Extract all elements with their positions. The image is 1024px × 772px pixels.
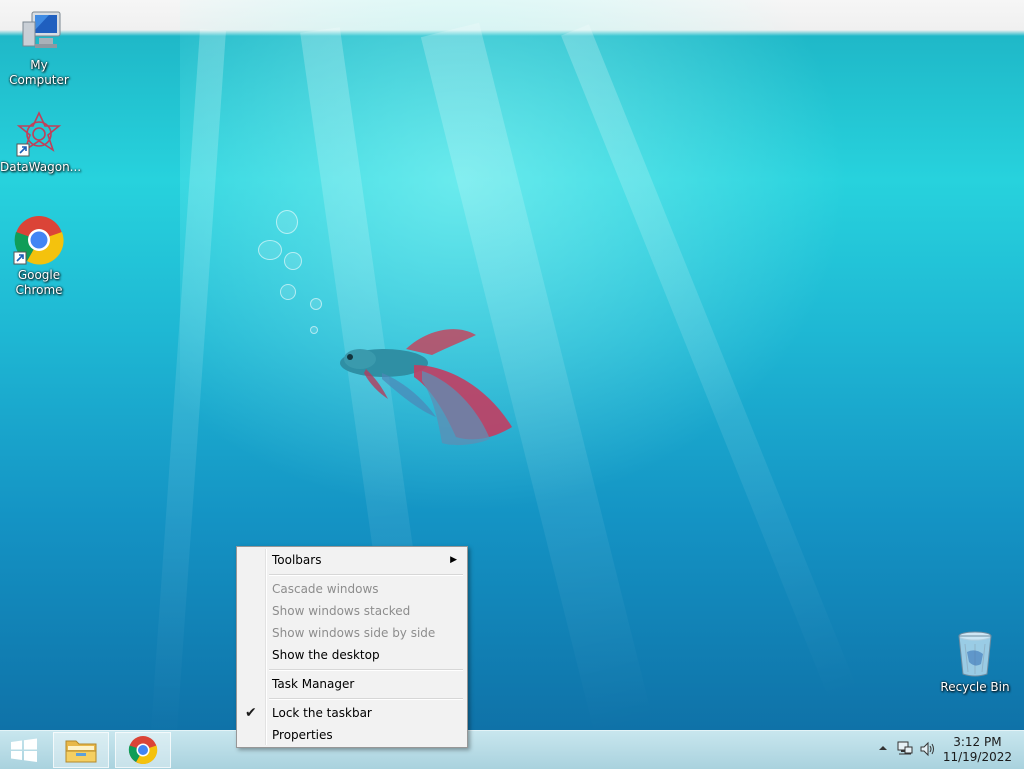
desktop-background[interactable]: My Computer DataWagon... Google Chrome R…: [0, 0, 1024, 730]
menu-separator: [269, 698, 463, 700]
bubble: [258, 240, 282, 260]
menu-item-label: Toolbars: [272, 553, 322, 567]
menu-item-label: Show windows stacked: [272, 604, 411, 618]
bubble: [280, 284, 296, 300]
system-tray: 3:12 PM 11/19/2022: [864, 731, 1024, 769]
network-icon[interactable]: [896, 740, 914, 761]
chrome-icon: [13, 216, 64, 265]
menu-item-label: Show the desktop: [272, 648, 380, 662]
menu-item-lock-the-taskbar[interactable]: ✔ Lock the taskbar: [239, 702, 465, 724]
desktop-icon-label: DataWagon...: [0, 160, 82, 174]
betta-fish-image: [340, 329, 512, 446]
taskbar-clock[interactable]: 3:12 PM 11/19/2022: [943, 735, 1012, 765]
submenu-arrow-icon: ▶: [450, 555, 457, 565]
computer-icon: [22, 11, 61, 48]
menu-item-properties[interactable]: Properties: [239, 724, 465, 746]
menu-item-show-windows-side-by-side[interactable]: Show windows side by side: [239, 622, 465, 644]
taskbar-file-explorer-button[interactable]: [53, 732, 109, 768]
menu-item-cascade-windows[interactable]: Cascade windows: [239, 578, 465, 600]
menu-item-label: Lock the taskbar: [272, 706, 372, 720]
desktop-icon-datawagon[interactable]: DataWagon...: [0, 110, 82, 175]
menu-item-show-windows-stacked[interactable]: Show windows stacked: [239, 600, 465, 622]
menu-item-show-the-desktop[interactable]: Show the desktop: [239, 644, 465, 666]
taskbar-context-menu: Toolbars ▶ Cascade windows Show windows …: [236, 546, 468, 748]
bubble: [310, 298, 322, 310]
clock-date: 11/19/2022: [942, 750, 1012, 764]
menu-item-label: Task Manager: [272, 677, 355, 691]
volume-icon[interactable]: [919, 740, 937, 761]
bubble: [284, 252, 302, 270]
recycle-bin-icon: [958, 631, 992, 677]
desktop-icon-recycle-bin[interactable]: Recycle Bin: [936, 630, 1014, 695]
chrome-icon: [128, 736, 158, 765]
checkmark-icon: ✔: [245, 705, 257, 721]
desktop-icon-label: My Computer: [9, 58, 69, 87]
menu-item-label: Properties: [272, 728, 333, 742]
clock-time: 3:12 PM: [953, 735, 1002, 749]
desktop-icon-label: Google Chrome: [15, 268, 63, 297]
menu-item-toolbars[interactable]: Toolbars ▶: [239, 549, 465, 571]
datawagon-icon: [16, 111, 62, 157]
desktop-icon-label: Recycle Bin: [940, 680, 1010, 694]
menu-item-label: Show windows side by side: [272, 626, 436, 640]
taskbar-chrome-button[interactable]: [115, 732, 171, 768]
menu-separator: [269, 574, 463, 576]
file-explorer-icon: [65, 740, 97, 763]
taskbar[interactable]: 3:12 PM 11/19/2022: [0, 730, 1024, 769]
chevron-up-icon[interactable]: [878, 742, 888, 756]
bubble: [310, 326, 318, 334]
bubble: [276, 210, 298, 234]
desktop-icon-my-computer[interactable]: My Computer: [0, 8, 78, 88]
menu-separator: [269, 669, 463, 671]
menu-item-label: Cascade windows: [272, 582, 379, 596]
start-button[interactable]: [0, 731, 48, 769]
menu-item-task-manager[interactable]: Task Manager: [239, 673, 465, 695]
desktop-icon-google-chrome[interactable]: Google Chrome: [0, 214, 78, 298]
windows-logo-icon: [11, 738, 37, 762]
